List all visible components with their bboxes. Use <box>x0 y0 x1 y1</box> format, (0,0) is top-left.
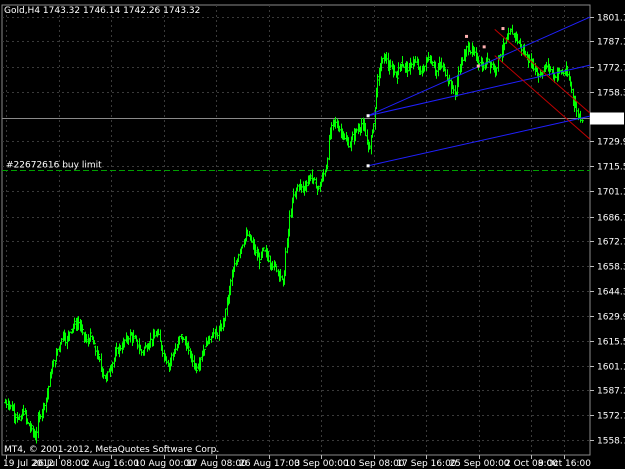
x-tick-label: 17 Sep 16:00 <box>396 459 456 469</box>
y-tick-label: 1715.50 <box>597 163 625 173</box>
y-tick-label: 1801.10 <box>597 14 625 24</box>
candle <box>144 342 147 349</box>
price-chart[interactable]: 1801.10 1787.10 1772.70 1758.30 1729.90 1715.… <box>0 0 625 469</box>
channel-anchor-point <box>366 164 370 168</box>
plot-frame <box>1 4 591 456</box>
current-price-label: 1743.32 <box>593 115 625 125</box>
x-tick-label: 3 Sep 00:00 <box>294 459 349 469</box>
channel-anchor-point <box>482 45 486 49</box>
y-tick-label: 1629.90 <box>597 313 625 323</box>
candle <box>129 329 132 343</box>
chart-window: 1801.10 1787.10 1772.70 1758.30 1729.90 1715.… <box>0 0 625 469</box>
candle <box>159 329 162 342</box>
candle <box>161 345 164 357</box>
y-tick-label: 1758.30 <box>597 89 625 99</box>
y-tick-label: 1658.30 <box>597 263 625 273</box>
channel-anchor-point <box>366 114 370 118</box>
channel-anchor-point <box>476 64 480 68</box>
x-tick-label: 17 Aug 08:00 <box>186 459 247 469</box>
y-tick-label: 1729.90 <box>597 138 625 148</box>
blue-channel-middle-line <box>367 64 591 117</box>
y-tick-label: 1601.10 <box>597 363 625 373</box>
candle <box>370 135 373 155</box>
candle <box>570 81 573 94</box>
y-tick-label: 1587.10 <box>597 387 625 397</box>
x-tick-label: 26 Jul 08:00 <box>33 459 87 469</box>
y-tick-label: 1644.30 <box>597 288 625 298</box>
chart-header: Gold,H4 1743.32 1746.14 1742.26 1743.32 <box>4 6 200 16</box>
x-tick-label: 26 Aug 17:00 <box>239 459 300 469</box>
buy-limit-label: #22672616 buy limit <box>6 161 102 171</box>
y-tick-label: 1558.70 <box>597 437 625 447</box>
candle <box>537 72 540 83</box>
x-tick-label: 9 Oct 16:00 <box>538 459 591 469</box>
y-tick-label: 1615.50 <box>597 338 625 348</box>
y-tick-label: 1572.70 <box>597 412 625 422</box>
x-tick-label: 25 Sep 00:00 <box>449 459 509 469</box>
channel-anchor-point <box>501 27 505 31</box>
copyright-text: MT4, © 2001-2012, MetaQuotes Software Co… <box>4 445 219 455</box>
y-tick-label: 1686.70 <box>597 214 625 224</box>
blue-channel-lower-line <box>367 115 591 167</box>
y-tick-label: 1772.70 <box>597 64 625 74</box>
y-tick-label: 1701.10 <box>597 188 625 198</box>
y-tick-label: 1787.10 <box>597 38 625 48</box>
y-tick-label: 1672.70 <box>597 238 625 248</box>
candle <box>296 183 299 191</box>
x-tick-label: 2 Aug 16:00 <box>84 459 139 469</box>
channel-anchor-point <box>465 34 469 38</box>
candle <box>581 119 584 124</box>
candle <box>224 308 227 322</box>
